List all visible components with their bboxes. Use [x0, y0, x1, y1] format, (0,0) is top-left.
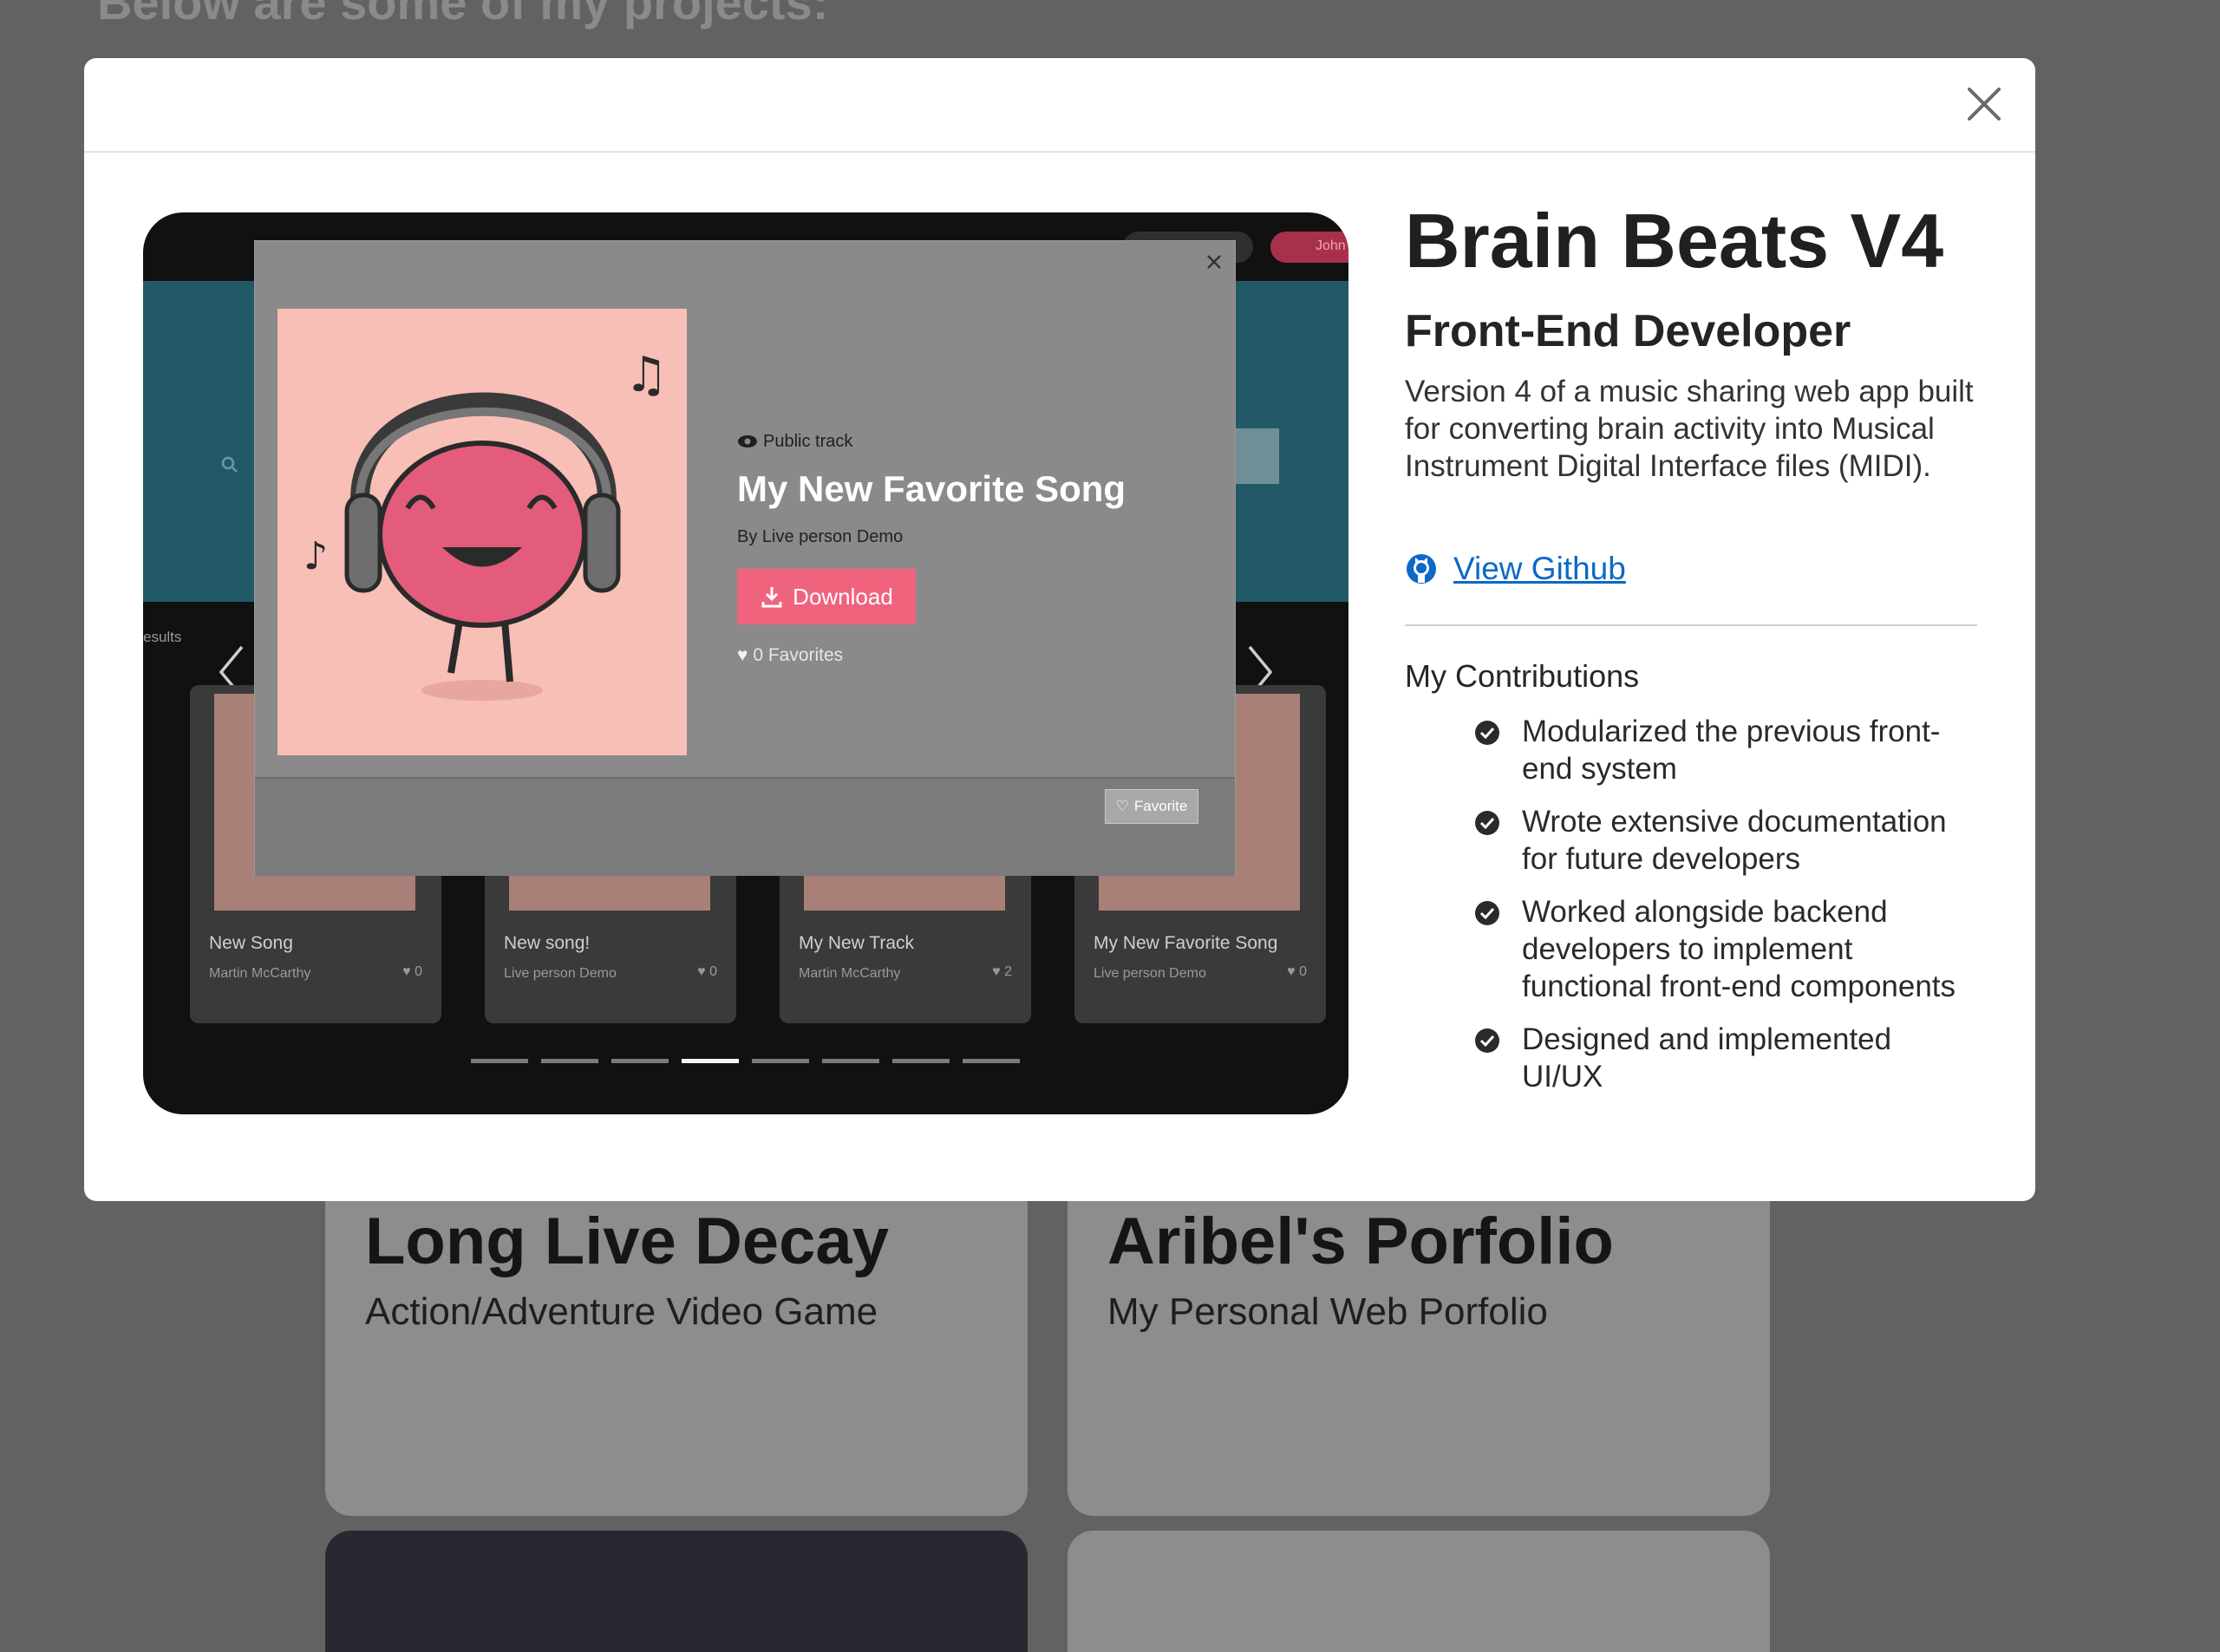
check-circle-icon — [1475, 811, 1499, 835]
github-link[interactable]: View Github — [1405, 551, 1626, 587]
track-title: New song! — [504, 933, 591, 953]
check-circle-icon — [1475, 721, 1499, 745]
contributions-list: Modularized the previous front-end syste… — [1474, 713, 1960, 1111]
github-link-label[interactable]: View Github — [1453, 551, 1626, 587]
visibility-label: Public track — [737, 432, 852, 452]
carousel-dot[interactable] — [963, 1059, 1020, 1063]
project-card-subtitle: Action/Adventure Video Game — [365, 1290, 878, 1333]
contribution-item: Wrote extensive documentation for future… — [1474, 803, 1960, 878]
track-artist: Live person Demo — [1094, 966, 1206, 981]
song-byline: By Live person Demo — [737, 527, 904, 546]
album-art: ♫ ♪ — [278, 309, 687, 755]
track-favorites: ♥ 0 — [697, 964, 717, 979]
project-title: Brain Beats V4 — [1405, 198, 1944, 284]
song-title: My New Favorite Song — [737, 468, 1126, 509]
favorites-count: ♥ 0 Favorites — [737, 645, 844, 665]
svg-text:♫: ♫ — [624, 347, 668, 403]
download-button[interactable]: Download — [737, 569, 916, 624]
carousel-dot[interactable] — [471, 1059, 528, 1063]
track-artist: Martin McCarthy — [209, 966, 311, 981]
track-title: My New Favorite Song — [1094, 933, 1278, 953]
contribution-item: Modularized the previous front-end syste… — [1474, 713, 1960, 787]
project-card-subtitle: My Personal Web Porfolio — [1107, 1290, 1548, 1333]
results-label: esults — [143, 629, 182, 645]
user-pill: John — [1270, 232, 1348, 263]
carousel-dot[interactable] — [682, 1059, 739, 1063]
carousel-dot[interactable] — [892, 1059, 950, 1063]
close-icon[interactable] — [1202, 250, 1226, 274]
project-description: Version 4 of a music sharing web app bui… — [1405, 375, 1974, 483]
project-card-partial[interactable] — [1068, 1531, 1770, 1652]
track-artist: Live person Demo — [504, 966, 617, 981]
favorite-button[interactable]: ♡ Favorite — [1105, 789, 1198, 824]
contribution-item: Worked alongside backend developers to i… — [1474, 893, 1960, 1005]
track-favorites: ♥ 2 — [992, 964, 1012, 979]
modal-header — [84, 58, 2035, 153]
carousel-dot[interactable] — [752, 1059, 809, 1063]
eye-icon — [738, 435, 757, 447]
close-icon[interactable] — [1962, 82, 2006, 126]
download-icon — [761, 587, 782, 608]
heart-icon: ♥ — [737, 645, 748, 665]
project-screenshot: John esults New Song Martin McCarthy ♥ 0… — [143, 212, 1348, 1114]
track-favorites: ♥ 0 — [402, 964, 422, 979]
track-artist: Martin McCarthy — [799, 966, 901, 981]
track-popup: ♫ ♪ Public track My New Favorite Song By… — [254, 240, 1236, 876]
heart-outline-icon: ♡ — [1115, 798, 1129, 814]
track-title: My New Track — [799, 933, 915, 953]
check-circle-icon — [1475, 1028, 1499, 1053]
track-title: New Song — [209, 933, 293, 953]
carousel-dot[interactable] — [541, 1059, 598, 1063]
contributions-heading: My Contributions — [1405, 658, 1640, 694]
track-favorites: ♥ 0 — [1287, 964, 1307, 979]
github-icon — [1407, 554, 1436, 584]
project-card-partial[interactable] — [325, 1531, 1028, 1652]
divider — [1405, 624, 1977, 626]
project-card-title: Long Live Decay — [365, 1205, 889, 1278]
user-name: John — [1316, 238, 1346, 253]
carousel-dot[interactable] — [822, 1059, 879, 1063]
project-card-title: Aribel's Porfolio — [1107, 1205, 1614, 1278]
check-circle-icon — [1475, 901, 1499, 925]
svg-text:♪: ♪ — [304, 534, 328, 578]
projects-heading: Below are some of my projects: — [97, 0, 829, 29]
carousel-dot[interactable] — [611, 1059, 669, 1063]
contribution-item: Designed and implemented UI/UX — [1474, 1021, 1960, 1095]
project-modal: John esults New Song Martin McCarthy ♥ 0… — [84, 58, 2035, 1201]
search-icon — [221, 456, 238, 473]
popup-footer — [255, 777, 1235, 876]
project-role: Front-End Developer — [1405, 306, 1851, 356]
